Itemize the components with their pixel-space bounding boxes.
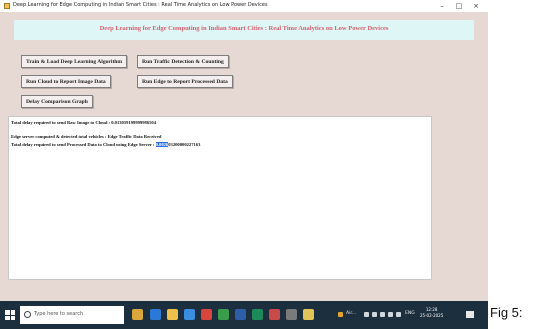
screenshot: Deep Learning for Edge Computing in Indi… — [0, 0, 488, 329]
output-line-edge-delay: Total delay required to send Processed D… — [11, 142, 200, 147]
edge-browser-icon[interactable] — [150, 309, 161, 320]
traffic-detection-button[interactable]: Run Traffic Detection & Counting — [137, 55, 229, 68]
python-app-icon[interactable] — [303, 309, 314, 320]
edge-report-button[interactable]: Run Edge to Report Processed Data — [137, 75, 233, 88]
terminal-icon[interactable] — [286, 309, 297, 320]
maximize-button[interactable]: □ — [451, 1, 467, 11]
header-banner: Deep Learning for Edge Computing in Indi… — [14, 20, 474, 40]
file-explorer-icon[interactable] — [167, 309, 178, 320]
train-load-button[interactable]: Train & Load Deep Learning Algorithm — [21, 55, 128, 68]
word-icon[interactable] — [235, 309, 246, 320]
clock[interactable]: 12:28 25-02-2025 — [420, 307, 443, 319]
page-title: Deep Learning for Edge Computing in Indi… — [99, 25, 389, 32]
network-icon[interactable] — [372, 312, 377, 317]
selected-text: 0.0026 — [155, 142, 169, 147]
windows-start-icon[interactable] — [5, 310, 15, 320]
output-line-edge-delay-value: 03200000227163 — [168, 142, 201, 147]
notification-icon[interactable] — [466, 311, 474, 318]
close-button[interactable]: × — [468, 1, 484, 11]
excel-icon[interactable] — [252, 309, 263, 320]
chrome-icon[interactable] — [218, 309, 229, 320]
battery-icon[interactable] — [388, 312, 393, 317]
taskbar-search[interactable]: Type here to search — [20, 306, 124, 324]
delay-graph-button[interactable]: Delay Comparison Graph — [21, 95, 93, 108]
store-icon[interactable] — [184, 309, 195, 320]
taskbar: Type here to search Air... ENG 12:28 25-… — [0, 301, 488, 329]
app-window: Deep Learning for Edge Computing in Indi… — [0, 12, 488, 301]
cloud-report-button[interactable]: Run Cloud to Report Image Data — [21, 75, 111, 88]
clock-date: 25-02-2025 — [420, 313, 444, 318]
output-line-edge-count: Edge server computed & detected total ve… — [11, 134, 162, 139]
task-view-icon[interactable] — [132, 309, 143, 320]
output-line-edge-delay-label: Total delay required to send Processed D… — [11, 142, 156, 147]
tray-app-label[interactable]: Air... — [346, 311, 356, 316]
powerpoint-icon[interactable] — [269, 309, 280, 320]
weather-icon[interactable] — [338, 312, 343, 317]
output-line-raw-delay: Total delay required to send Raw Image t… — [11, 120, 157, 125]
window-title: Deep Learning for Edge Computing in Indi… — [13, 2, 268, 8]
keyboard-icon[interactable] — [396, 312, 401, 317]
output-text-area[interactable]: Total delay required to send Raw Image t… — [8, 116, 432, 280]
volume-icon[interactable] — [380, 312, 385, 317]
search-icon — [24, 311, 31, 318]
chevron-up-icon[interactable] — [364, 312, 369, 317]
mail-icon[interactable] — [201, 309, 212, 320]
search-placeholder: Type here to search — [34, 311, 84, 317]
minimize-button[interactable]: – — [434, 1, 450, 11]
app-icon — [4, 3, 10, 9]
language-indicator[interactable]: ENG — [405, 311, 415, 316]
figure-caption: Fig 5: — [490, 305, 523, 320]
